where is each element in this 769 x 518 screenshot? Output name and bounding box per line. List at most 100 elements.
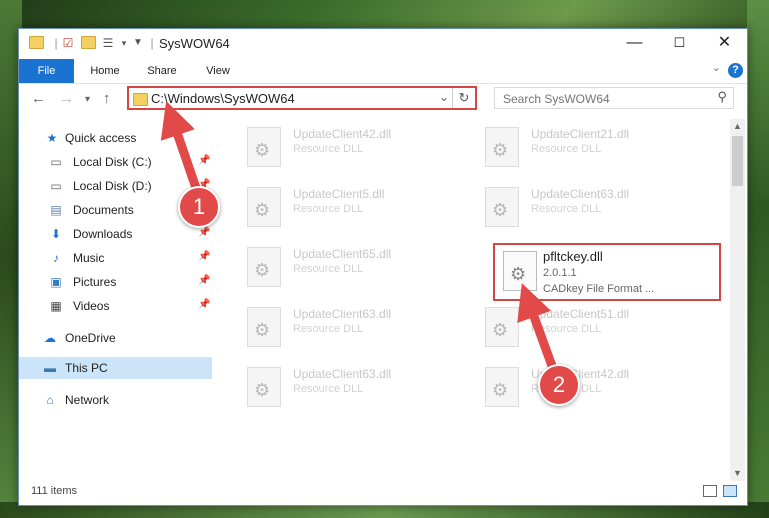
dll-file-icon: ⚙ [485,307,519,347]
file-type: Resource DLL [531,203,602,215]
file-type: Resource DLL [531,143,602,155]
pin-icon[interactable]: 📌 [198,227,210,238]
sidebar-item-pictures[interactable]: ▣ Pictures 📌 [19,271,212,293]
sidebar-item-local-disk-c[interactable]: ▭ Local Disk (C:) 📌 [19,151,212,173]
picture-icon: ▣ [50,275,62,289]
item-count: 111 items [31,485,78,497]
sidebar-item-quick-access[interactable]: ★ Quick access [19,127,212,149]
up-icon[interactable]: ↑ [103,90,111,107]
sidebar-item-this-pc[interactable]: ▬ This PC [19,357,212,379]
desktop-background-right [747,0,769,518]
drive-icon: ▭ [50,179,62,193]
sidebar-item-label: Quick access [65,131,137,145]
file-item[interactable]: ⚙ UpdateClient21.dll Resource DLL [477,123,702,171]
file-explorer-window: | ☑ ☰ ▾ ▼ | SysWOW64 — ☐ ✕ File Home Sha… [18,28,748,506]
file-name: UpdateClient63.dll [531,187,630,201]
divider: | [150,36,154,50]
new-folder-icon[interactable] [81,36,96,50]
recent-locations-icon[interactable]: ▾ [85,94,90,105]
file-type: Resource DLL [293,143,364,155]
file-item[interactable]: ⚙ UpdateClient63.dll Resource DLL [477,183,702,231]
tab-view[interactable]: View [195,59,241,83]
chevron-down-icon[interactable]: ⌄ [439,90,449,104]
forward-icon[interactable]: → [59,90,74,107]
refresh-icon[interactable]: ↻ [452,88,475,108]
tab-home[interactable]: Home [81,59,129,83]
file-name: pfltckey.dll [543,249,603,264]
pin-icon[interactable]: 📌 [198,251,210,262]
file-name: UpdateClient63.dll [293,367,392,381]
details-view-icon[interactable] [703,485,717,497]
sidebar-item-label: Network [65,393,110,407]
file-item-pfltckey[interactable]: ⚙ pfltckey.dll 2.0.1.1 CADkey File Forma… [493,243,721,301]
qa-dropdown-icon[interactable]: ▼ [131,36,145,50]
file-item[interactable]: ⚙ UpdateClient65.dll Resource DLL [239,243,464,291]
file-item[interactable]: ⚙ UpdateClient42.dll Resource DLL [477,363,702,411]
close-button[interactable]: ✕ [702,29,747,59]
folder-icon [133,93,148,106]
sidebar-item-label: OneDrive [65,331,116,345]
scroll-down-icon[interactable]: ▼ [730,466,745,481]
expand-ribbon-icon[interactable]: ⌄ [712,61,721,74]
sidebar-item-label: Music [73,251,105,265]
navigation-bar: ← → ▾ ↑ C:\Windows\SysWOW64 ⌄ ↻ ⚲ [19,84,747,116]
file-item[interactable]: ⚙ UpdateClient5.dll Resource DLL [239,183,464,231]
pin-icon[interactable]: 📌 [198,275,210,286]
drive-icon: ▭ [50,155,62,169]
sidebar-item-network[interactable]: ⌂ Network [19,389,212,411]
pin-icon[interactable]: 📌 [198,299,210,310]
sidebar-item-downloads[interactable]: ⬇ Downloads 📌 [19,223,212,245]
file-item[interactable]: ⚙ UpdateClient42.dll Resource DLL [239,123,464,171]
music-icon: ♪ [53,251,59,265]
step-2-callout: 2 [538,364,580,406]
chevron-down-icon[interactable]: ▾ [117,36,131,50]
file-type: Resource DLL [293,263,364,275]
dll-file-icon: ⚙ [247,247,281,287]
address-path[interactable]: C:\Windows\SysWOW64 [151,91,295,106]
dll-file-icon: ⚙ [247,307,281,347]
file-name: UpdateClient5.dll [293,187,385,201]
file-name: UpdateClient65.dll [293,247,392,261]
file-item[interactable]: ⚙ UpdateClient63.dll Resource DLL [239,303,464,351]
dll-file-icon: ⚙ [247,187,281,227]
file-list: ⚙ UpdateClient42.dll Resource DLL ⚙ Upda… [231,119,729,479]
cloud-icon: ☁ [44,331,56,345]
file-version: 2.0.1.1 [543,267,577,279]
vertical-scrollbar[interactable]: ▲ ▼ [730,119,745,481]
dll-file-icon: ⚙ [503,251,537,291]
address-bar[interactable]: C:\Windows\SysWOW64 ⌄ ↻ [127,86,477,110]
file-type: Resource DLL [293,383,364,395]
sidebar-item-music[interactable]: ♪ Music 📌 [19,247,212,269]
search-input[interactable] [501,91,705,107]
file-item[interactable]: ⚙ UpdateClient63.dll Resource DLL [239,363,464,411]
large-icons-view-icon[interactable] [723,485,737,497]
properties-icon[interactable]: ☑ [61,36,75,50]
folder-icon [29,36,44,50]
back-icon[interactable]: ← [31,90,46,107]
file-item[interactable]: ⚙ UpdateClient51.dll Resource DLL [477,303,702,351]
maximize-button[interactable]: ☐ [657,29,702,59]
file-name: UpdateClient51.dll [531,307,630,321]
scroll-up-icon[interactable]: ▲ [730,119,745,134]
help-icon[interactable]: ? [728,63,743,78]
dll-file-icon: ⚙ [485,187,519,227]
search-icon[interactable]: ⚲ [717,89,727,105]
sidebar-item-label: Local Disk (C:) [73,155,152,169]
pin-icon[interactable]: 📌 [198,155,210,166]
title-bar: | ☑ ☰ ▾ ▼ | SysWOW64 — ☐ ✕ [19,29,747,59]
scroll-thumb[interactable] [732,136,743,186]
document-icon: ▤ [50,203,62,217]
search-box[interactable]: ⚲ [494,87,734,109]
dll-file-icon: ⚙ [485,127,519,167]
sidebar-item-label: Documents [73,203,134,217]
customize-qa-icon[interactable]: ☰ [101,36,115,50]
tab-file[interactable]: File [19,59,74,83]
minimize-button[interactable]: — [612,29,657,59]
sidebar-item-videos[interactable]: ▦ Videos 📌 [19,295,212,317]
navigation-pane: ★ Quick access ▭ Local Disk (C:) 📌 ▭ Loc… [19,119,212,479]
sidebar-item-onedrive[interactable]: ☁ OneDrive [19,327,212,349]
tab-share[interactable]: Share [139,59,185,83]
status-bar: 111 items [19,481,747,503]
file-type: Resource DLL [293,203,364,215]
dll-file-icon: ⚙ [247,127,281,167]
